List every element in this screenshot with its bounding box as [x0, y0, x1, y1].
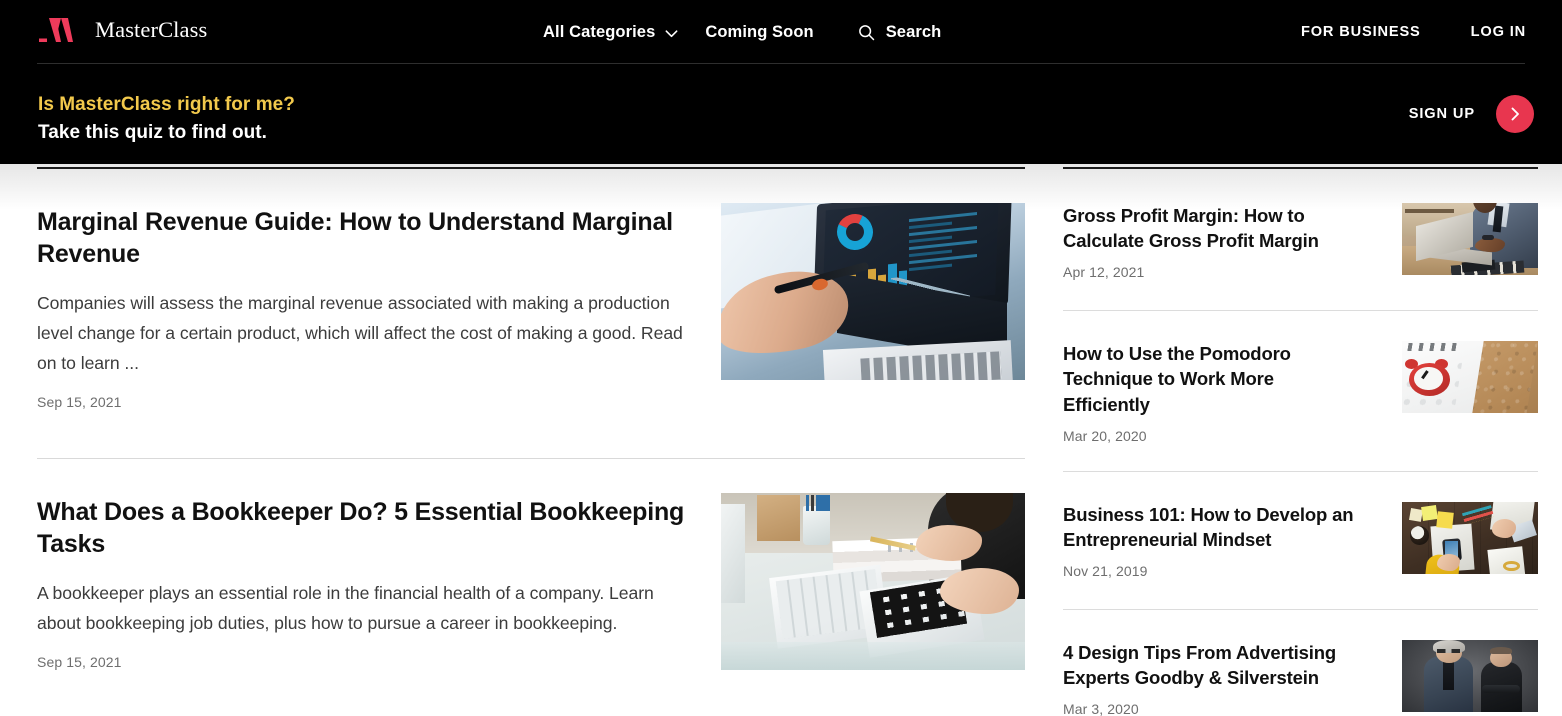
site-header: MasterClass All Categories Coming Soon S…: [0, 0, 1562, 64]
secondary-nav: FOR BUSINESS LOG IN: [1301, 0, 1526, 64]
logo-wordmark: MasterClass: [95, 16, 208, 42]
list-item-date: Nov 21, 2019: [1063, 563, 1148, 580]
list-item-text: How to Use the Pomodoro Technique to Wor…: [1063, 341, 1363, 443]
list-item-date: Mar 3, 2020: [1063, 701, 1139, 716]
article-card[interactable]: Marginal Revenue Guide: How to Understan…: [37, 169, 1025, 410]
nav-search-label: Search: [885, 22, 942, 41]
search-icon: [858, 24, 875, 41]
list-item-text: Business 101: How to Develop an Entrepre…: [1063, 502, 1363, 579]
nav-search[interactable]: Search: [858, 23, 942, 42]
article-date: Sep 15, 2021: [37, 654, 122, 671]
list-item-title[interactable]: How to Use the Pomodoro Technique to Wor…: [1063, 341, 1363, 416]
list-item[interactable]: Gross Profit Margin: How to Calculate Gr…: [1063, 169, 1538, 310]
masterclass-m-icon: [38, 16, 84, 46]
list-item-title[interactable]: 4 Design Tips From Advertising Experts G…: [1063, 640, 1363, 690]
list-item-date: Mar 20, 2020: [1063, 427, 1147, 444]
sign-up-cta[interactable]: SIGN UP: [1409, 64, 1534, 164]
content-grid: Marginal Revenue Guide: How to Understan…: [0, 164, 1562, 716]
nav-for-business[interactable]: FOR BUSINESS: [1301, 24, 1421, 40]
quiz-promo-banner: Is MasterClass right for me? Take this q…: [0, 64, 1562, 164]
nav-all-categories-label: All Categories: [543, 22, 656, 41]
list-item-title[interactable]: Gross Profit Margin: How to Calculate Gr…: [1063, 203, 1363, 253]
article-date: Sep 15, 2021: [37, 394, 122, 411]
related-articles-sidebar: Gross Profit Margin: How to Calculate Gr…: [1025, 164, 1562, 716]
sign-up-label: SIGN UP: [1408, 106, 1475, 122]
primary-nav: All Categories Coming Soon Search: [543, 0, 941, 64]
list-item-thumbnail[interactable]: [1402, 640, 1538, 713]
list-item-thumbnail[interactable]: [1402, 501, 1538, 574]
article-text: What Does a Bookkeeper Do? 5 Essential B…: [37, 493, 685, 670]
page-body: Marginal Revenue Guide: How to Understan…: [0, 164, 1562, 716]
article-title[interactable]: What Does a Bookkeeper Do? 5 Essential B…: [37, 497, 685, 561]
list-item-thumbnail[interactable]: [1402, 203, 1538, 275]
list-item-text: Gross Profit Margin: How to Calculate Gr…: [1063, 203, 1363, 280]
chevron-right-icon[interactable]: [1496, 95, 1534, 133]
article-thumbnail[interactable]: [721, 203, 1025, 380]
nav-coming-soon[interactable]: Coming Soon: [705, 23, 813, 42]
masterclass-logo[interactable]: MasterClass: [38, 16, 207, 46]
list-item-thumbnail[interactable]: [1402, 341, 1538, 414]
list-item-title[interactable]: Business 101: How to Develop an Entrepre…: [1063, 502, 1363, 552]
list-item[interactable]: Business 101: How to Develop an Entrepre…: [1063, 472, 1538, 609]
nav-all-categories[interactable]: All Categories: [543, 23, 679, 42]
article-title[interactable]: Marginal Revenue Guide: How to Understan…: [37, 207, 685, 271]
article-card[interactable]: What Does a Bookkeeper Do? 5 Essential B…: [37, 459, 1025, 671]
list-item-text: 4 Design Tips From Advertising Experts G…: [1063, 640, 1363, 716]
quiz-promo-subhead: Take this quiz to find out.: [38, 122, 267, 144]
list-item[interactable]: How to Use the Pomodoro Technique to Wor…: [1063, 311, 1538, 470]
nav-log-in[interactable]: LOG IN: [1471, 24, 1526, 40]
chevron-down-icon: [664, 26, 679, 41]
featured-articles-column: Marginal Revenue Guide: How to Understan…: [0, 164, 1025, 716]
article-thumbnail[interactable]: [721, 493, 1025, 671]
quiz-promo-copy: Is MasterClass right for me? Take this q…: [38, 92, 295, 145]
quiz-promo-headline: Is MasterClass right for me?: [38, 94, 295, 115]
list-item-date: Apr 12, 2021: [1063, 264, 1145, 281]
article-excerpt: A bookkeeper plays an essential role in …: [37, 582, 654, 633]
article-text: Marginal Revenue Guide: How to Understan…: [37, 203, 685, 410]
article-excerpt: Companies will assess the marginal reven…: [37, 292, 683, 374]
list-item[interactable]: 4 Design Tips From Advertising Experts G…: [1063, 610, 1538, 716]
